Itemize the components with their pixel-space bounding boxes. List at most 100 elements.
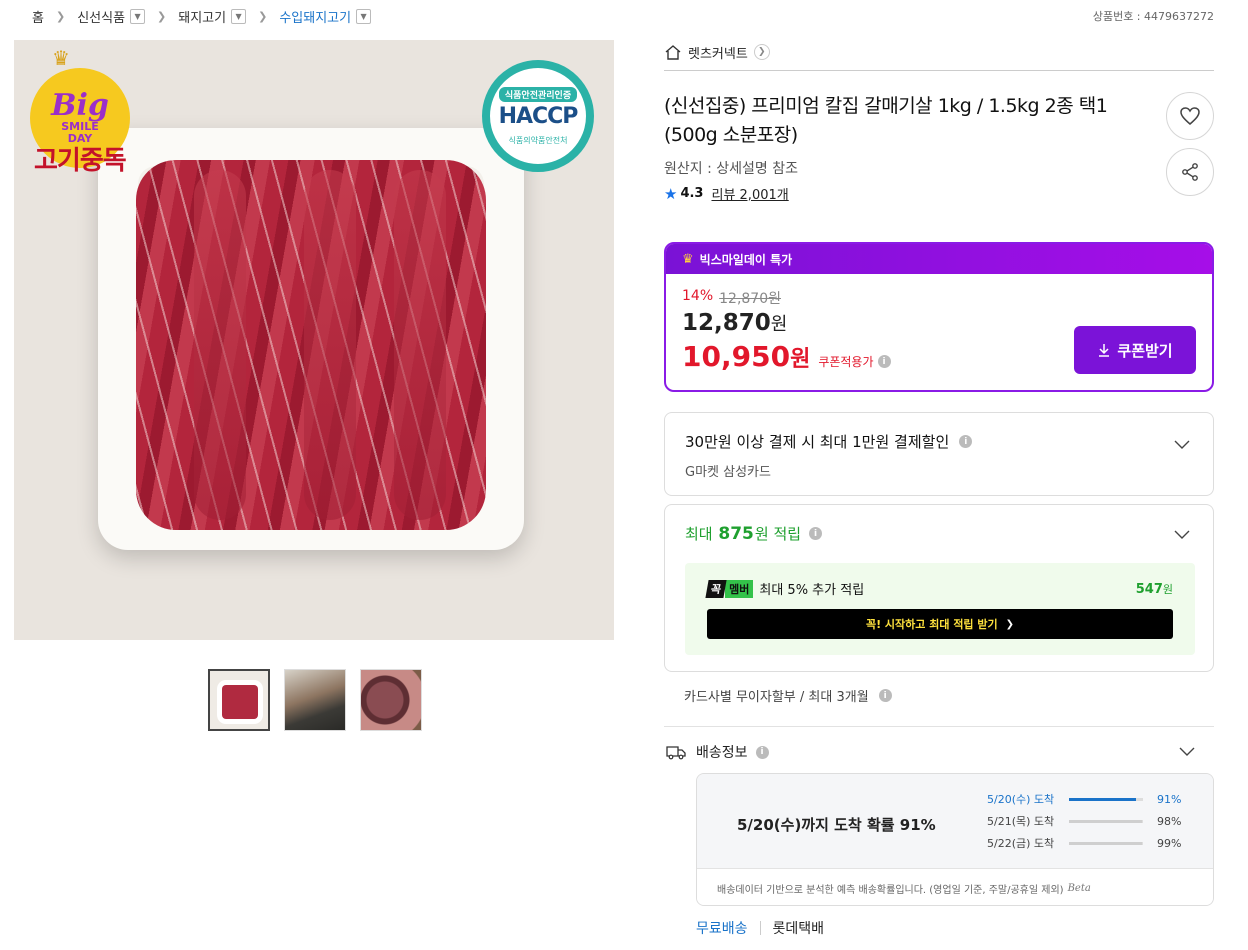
chevron-down-icon[interactable] <box>1173 435 1191 453</box>
coupon-price-amount: 10,950 <box>682 340 791 373</box>
breadcrumb-home-label[interactable]: 홈 <box>32 7 44 26</box>
sale-price-unit: 원 <box>770 314 788 335</box>
card-benefit-subtitle: G마켓 삼성카드 <box>685 465 771 480</box>
shipping-bar <box>1069 797 1143 801</box>
shipping-header: 배송정보 i <box>666 742 769 762</box>
shipping-date: 5/21(목) 도착 <box>987 815 1055 828</box>
price-box: ♛ 빅스마일데이 특가 14% 12,870원 12,870원 10,950 원 … <box>664 242 1214 392</box>
info-icon[interactable]: i <box>755 745 769 759</box>
chevron-down-icon[interactable]: ▼ <box>356 8 372 24</box>
info-icon[interactable]: i <box>878 689 892 702</box>
product-title: (신선집중) 프리미엄 칼집 갈매기살 1kg / 1.5kg 2종 택1 (5… <box>664 95 1108 146</box>
breadcrumb-pork[interactable]: 돼지고기 ▼ <box>178 7 247 26</box>
chevron-down-icon[interactable]: ▼ <box>231 8 247 24</box>
thumbnail-2[interactable] <box>284 669 346 731</box>
home-icon <box>665 45 681 60</box>
discount-row: 14% 12,870원 <box>682 288 781 308</box>
store-name[interactable]: 렛츠커넥트 <box>688 43 748 62</box>
breadcrumb-fresh-food[interactable]: 신선식품 ▼ <box>77 7 146 26</box>
coupon-button-label[interactable]: 쿠폰받기 <box>1117 340 1172 361</box>
download-icon <box>1099 344 1110 357</box>
shipping-main: 5/20(수)까지 도착 확률 91% 5/20(수) 도착 91% 5/21(… <box>697 774 1213 868</box>
coupon-download-button[interactable]: 쿠폰받기 <box>1074 326 1196 374</box>
membership-cta-label[interactable]: 꼭! 시작하고 최대 적립 받기 <box>866 616 998 632</box>
coupon-note-label: 쿠폰적용가 <box>818 355 874 369</box>
membership-cta-button[interactable]: 꼭! 시작하고 최대 적립 받기 ❯ <box>707 609 1173 639</box>
star-icon: ★ <box>664 184 678 203</box>
carrier-label: 롯데택배 <box>772 921 825 937</box>
thumbnail-strip <box>208 669 422 731</box>
breadcrumb-imported-pork[interactable]: 수입돼지고기 ▼ <box>279 7 372 26</box>
shipping-probability: 5/20(수)까지 도착 확률 91% <box>737 816 936 834</box>
info-icon[interactable]: i <box>809 527 823 540</box>
wishlist-button[interactable] <box>1166 92 1214 140</box>
shipping-title: 배송정보 <box>696 745 748 761</box>
divider <box>664 726 1214 727</box>
sale-price: 12,870원 <box>682 310 787 336</box>
info-icon[interactable]: i <box>959 435 973 448</box>
thumbnail-meat-shape <box>222 685 258 719</box>
shipping-bar-fill <box>1069 841 1143 845</box>
chevron-right-icon: ❯ <box>1005 618 1015 630</box>
haccp-top-text: 식품안전관리인증 <box>498 86 578 102</box>
membership-amount: 547원 <box>1136 581 1173 597</box>
membership-text: 최대 5% 추가 적립 <box>759 583 865 598</box>
chevron-down-icon[interactable] <box>1178 742 1196 760</box>
shipping-bar <box>1069 819 1143 823</box>
membership-amount-value: 547 <box>1135 581 1163 597</box>
review-link[interactable]: 리뷰 2,001개 <box>711 184 788 203</box>
breadcrumb-home[interactable]: 홈 <box>32 7 44 26</box>
thumbnail-3[interactable] <box>360 669 422 731</box>
divider <box>664 70 1214 71</box>
main-product-image[interactable]: ♛ Big SMILE DAY 고기중독 식품안전관리인증 HACCP 식품의약… <box>14 40 614 640</box>
shipping-percent: 91% <box>1157 792 1182 806</box>
breadcrumb-imported-pork-label[interactable]: 수입돼지고기 <box>279 7 351 26</box>
breadcrumb-separator-icon: ❯ <box>55 9 66 23</box>
points-prefix: 최대 <box>685 525 713 543</box>
crown-icon: ♛ <box>52 46 70 70</box>
logo-big-word: Big <box>51 88 109 123</box>
membership-row: 꼭 멤버 최대 5% 추가 적립 547원 <box>705 579 1173 598</box>
chevron-down-icon[interactable]: ▼ <box>130 8 146 24</box>
shipping-date-list: 5/20(수) 도착 91% 5/21(목) 도착 98% 5/22(금) 도착… <box>987 788 1201 854</box>
haccp-badge: 식품안전관리인증 HACCP 식품의약품안전처 <box>482 60 594 172</box>
meat-strip-shape <box>194 170 246 520</box>
membership-amount-unit: 원 <box>1162 582 1173 596</box>
membership-badge-prefix: 꼭 <box>705 579 727 598</box>
shipping-bar <box>1069 841 1143 845</box>
points-amount: 875 <box>718 523 754 544</box>
shipping-note: 배송데이터 기반으로 분석한 예측 배송확률입니다. (영업일 기준, 주말/공… <box>697 868 1213 905</box>
chevron-right-icon: ❯ <box>753 44 770 60</box>
info-icon[interactable]: i <box>877 355 891 368</box>
promo-bar: ♛ 빅스마일데이 특가 <box>666 244 1212 274</box>
share-button[interactable] <box>1166 148 1214 196</box>
thumbnail-1[interactable] <box>208 669 270 731</box>
original-price: 12,870원 <box>719 291 781 307</box>
sale-price-amount: 12,870 <box>682 310 771 336</box>
store-link[interactable]: 렛츠커넥트 ❯ <box>664 42 770 62</box>
coupon-price: 10,950 원 쿠폰적용가 i <box>682 340 891 373</box>
shipping-bottom-row: 무료배송 롯데택배 <box>696 918 824 938</box>
card-benefit-box[interactable]: 30만원 이상 결제 시 최대 1만원 결제할인 i G마켓 삼성카드 <box>664 412 1214 496</box>
origin-text: 원산지 : 상세설명 참조 <box>664 161 798 177</box>
haccp-mid-text: HACCP <box>498 103 579 129</box>
crown-icon: ♛ <box>682 251 694 267</box>
breadcrumb-fresh-food-label[interactable]: 신선식품 <box>77 7 125 26</box>
coupon-price-unit: 원 <box>790 347 811 372</box>
truck-icon <box>666 746 686 760</box>
shipping-bar-fill <box>1069 819 1142 823</box>
shipping-date: 5/22(금) 도착 <box>987 837 1055 850</box>
shipping-probability-box: 5/20(수)까지 도착 확률 91% 5/20(수) 도착 91% 5/21(… <box>696 773 1214 906</box>
breadcrumb-separator-icon: ❯ <box>258 9 268 23</box>
card-benefit-title: 30만원 이상 결제 시 최대 1만원 결제할인 <box>685 433 950 451</box>
breadcrumb: 홈 ❯ 신선식품 ▼ ❯ 돼지고기 ▼ ❯ 수입돼지고기 ▼ <box>32 6 372 26</box>
installment-text: 카드사별 무이자할부 / 최대 3개월 <box>684 690 869 705</box>
meat-strip-shape <box>394 170 446 520</box>
product-number: 상품번호 : 4479637272 <box>1092 10 1214 23</box>
points-title: 최대 875 원 적립 i <box>685 523 823 544</box>
meat-strip-shape <box>304 170 356 520</box>
brand-logo: 고기중독 <box>34 146 127 176</box>
chevron-down-icon[interactable] <box>1173 525 1191 543</box>
free-shipping-label: 무료배송 <box>696 921 748 937</box>
breadcrumb-pork-label[interactable]: 돼지고기 <box>178 7 226 26</box>
